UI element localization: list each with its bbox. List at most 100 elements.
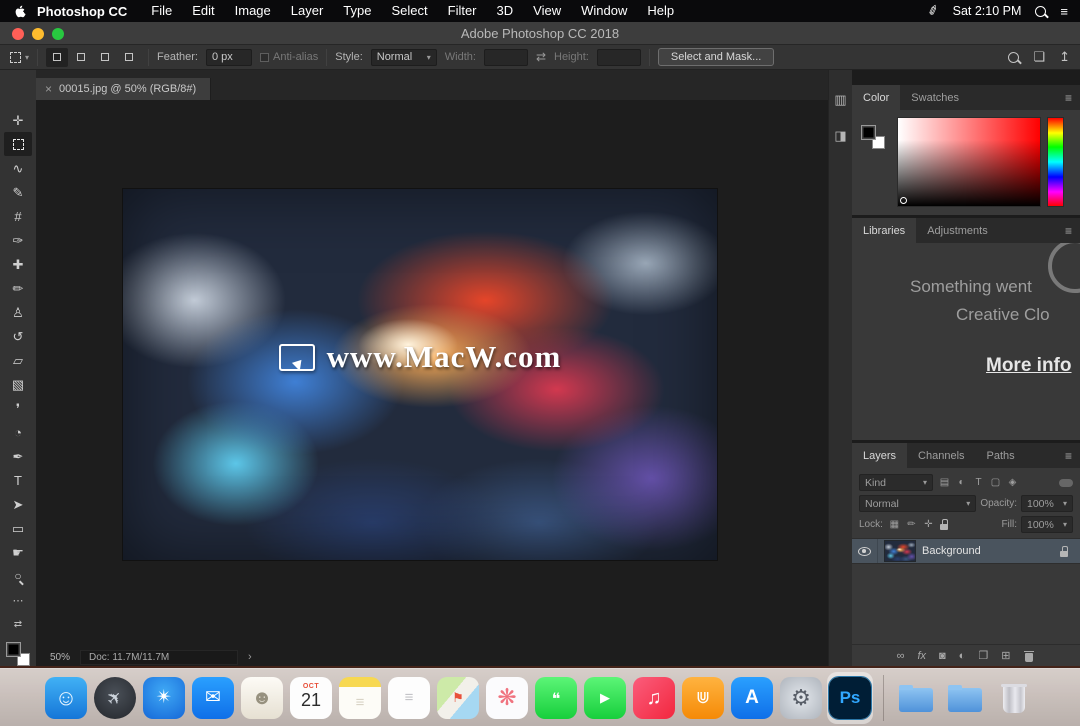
zoom-window-button[interactable] [52,28,64,40]
opacity-field[interactable]: 100% ▾ [1021,495,1073,512]
document-size-info[interactable]: Doc: 11.7M/11.7M [80,649,239,665]
layer-style-button[interactable]: fx [917,648,926,664]
menu-image[interactable]: Image [225,0,281,22]
rectangle-tool[interactable]: ▭ [4,516,32,540]
layer-row-background[interactable]: Background [852,538,1080,564]
lock-transparency-icon[interactable]: ▦ [887,519,902,530]
subtract-from-selection-button[interactable] [94,48,116,67]
notification-center-icon[interactable]: ≡ [1060,4,1068,19]
status-options-chevron-icon[interactable]: › [248,651,252,663]
eyedropper-tool[interactable]: ✑ [4,228,32,252]
dock-trash[interactable] [991,672,1037,724]
dock-system-preferences[interactable]: ⚙ [778,672,824,724]
lock-position-icon[interactable]: ✛ [921,519,936,530]
menu-select[interactable]: Select [381,0,437,22]
path-selection-tool[interactable]: ➤ [4,492,32,516]
menu-filter[interactable]: Filter [438,0,487,22]
type-tool[interactable]: T [4,468,32,492]
tab-layers[interactable]: Layers [852,443,908,468]
dock-calendar[interactable]: OCT 21 [288,672,334,724]
layer-thumbnail[interactable] [885,541,915,561]
dock-reminders[interactable]: ≡ [386,672,432,724]
zoom-level[interactable]: 50% [50,652,70,663]
color-saturation-field[interactable] [898,118,1040,206]
layer-group-button[interactable]: ❐ [978,648,988,664]
menu-help[interactable]: Help [637,0,684,22]
spot-healing-brush-tool[interactable]: ✚ [4,252,32,276]
filter-shape-layers-icon[interactable]: ▢ [988,477,1003,488]
select-and-mask-button[interactable]: Select and Mask... [657,48,775,66]
delete-layer-button[interactable] [1023,648,1035,664]
menu-edit[interactable]: Edit [182,0,224,22]
style-dropdown[interactable]: Normal ▾ [370,48,437,66]
eraser-tool[interactable]: ▱ [4,348,32,372]
hue-slider[interactable] [1048,118,1063,206]
crop-tool[interactable]: # [4,204,32,228]
layer-filter-kind-dropdown[interactable]: Kind ▾ [859,474,933,491]
panel-menu-icon[interactable]: ≡ [1065,91,1080,105]
filter-smart-objects-icon[interactable]: ◈ [1005,477,1020,488]
zoom-tool[interactable]: ○ [4,564,32,588]
close-window-button[interactable] [12,28,24,40]
menubar-clock[interactable]: Sat 2:10 PM [953,4,1022,18]
pen-tool[interactable]: ✒ [4,444,32,468]
new-layer-button[interactable]: ⊞ [1001,648,1010,664]
filter-pixel-layers-icon[interactable]: ▤ [937,477,952,488]
dock-maps[interactable]: ⚑ [435,672,481,724]
lock-all-icon[interactable] [938,518,950,531]
dock-separator[interactable] [876,672,890,724]
tab-swatches[interactable]: Swatches [900,85,970,110]
tab-color[interactable]: Color [852,85,901,110]
tab-channels[interactable]: Channels [907,443,975,468]
add-to-selection-button[interactable] [70,48,92,67]
menu-file[interactable]: File [141,0,182,22]
panel-menu-icon[interactable]: ≡ [1065,449,1080,463]
menu-3d[interactable]: 3D [487,0,524,22]
tab-adjustments[interactable]: Adjustments [916,218,999,243]
dock-photos[interactable]: ❋ [484,672,530,724]
dock-photoshop[interactable]: Ps [827,671,873,724]
quick-selection-tool[interactable]: ✎ [4,180,32,204]
feather-input[interactable]: 0 px [205,48,252,66]
active-app-name[interactable]: Photoshop CC [37,4,127,19]
dock-contacts[interactable]: ☻ [239,672,285,724]
docked-panel-icon-bottom[interactable]: ◨ [834,128,846,144]
menubar-extra-icon[interactable]: ✐ [925,2,941,21]
more-info-link[interactable]: More info [986,355,1072,377]
dock-launchpad[interactable]: ✈ [92,672,138,724]
dock-books[interactable]: ⋓ [680,672,726,724]
tab-paths[interactable]: Paths [976,443,1026,468]
antialias-checkbox[interactable]: Anti-alias [259,51,318,63]
swap-width-height-icon[interactable]: ⇄ [536,50,546,64]
link-layers-button[interactable]: ∞ [897,648,905,664]
dock-mail[interactable]: ✉ [190,672,236,724]
rectangular-marquee-tool[interactable] [4,132,32,156]
tool-preset-dropdown[interactable]: ▾ [10,51,29,63]
docked-panel-icon-top[interactable]: ▥ [834,92,846,108]
menu-window[interactable]: Window [571,0,637,22]
hand-tool[interactable]: ☛ [4,540,32,564]
panel-menu-icon[interactable]: ≡ [1065,224,1080,238]
intersect-selection-button[interactable] [118,48,140,67]
filter-type-layers-icon[interactable]: T [971,477,986,488]
dock-finder[interactable]: ☺ [43,672,89,724]
document-tab[interactable]: × 00015.jpg @ 50% (RGB/8#) [36,78,212,100]
width-input[interactable] [483,48,528,66]
history-brush-tool[interactable]: ↺ [4,324,32,348]
foreground-background-swatches[interactable] [861,125,885,149]
dock-safari[interactable]: ✴ [141,672,187,724]
foreground-color-swatch[interactable] [6,642,21,657]
fill-field[interactable]: 100% ▾ [1021,516,1073,533]
workspace-switcher-icon[interactable]: ❏ [1033,49,1045,65]
menu-layer[interactable]: Layer [281,0,334,22]
swap-colors-icon[interactable]: ⇄ [4,612,32,636]
dock-music[interactable]: ♫ [631,672,677,724]
blur-tool[interactable]: ❜ [4,396,32,420]
edit-toolbar-button[interactable]: ⋯ [4,588,32,612]
apple-icon[interactable] [14,4,27,19]
spotlight-search-icon[interactable] [1035,5,1047,17]
menu-view[interactable]: View [523,0,571,22]
minimize-window-button[interactable] [32,28,44,40]
dock-notes[interactable]: ≡ [337,672,383,724]
canvas-image[interactable]: www.MacW.com [123,189,717,560]
